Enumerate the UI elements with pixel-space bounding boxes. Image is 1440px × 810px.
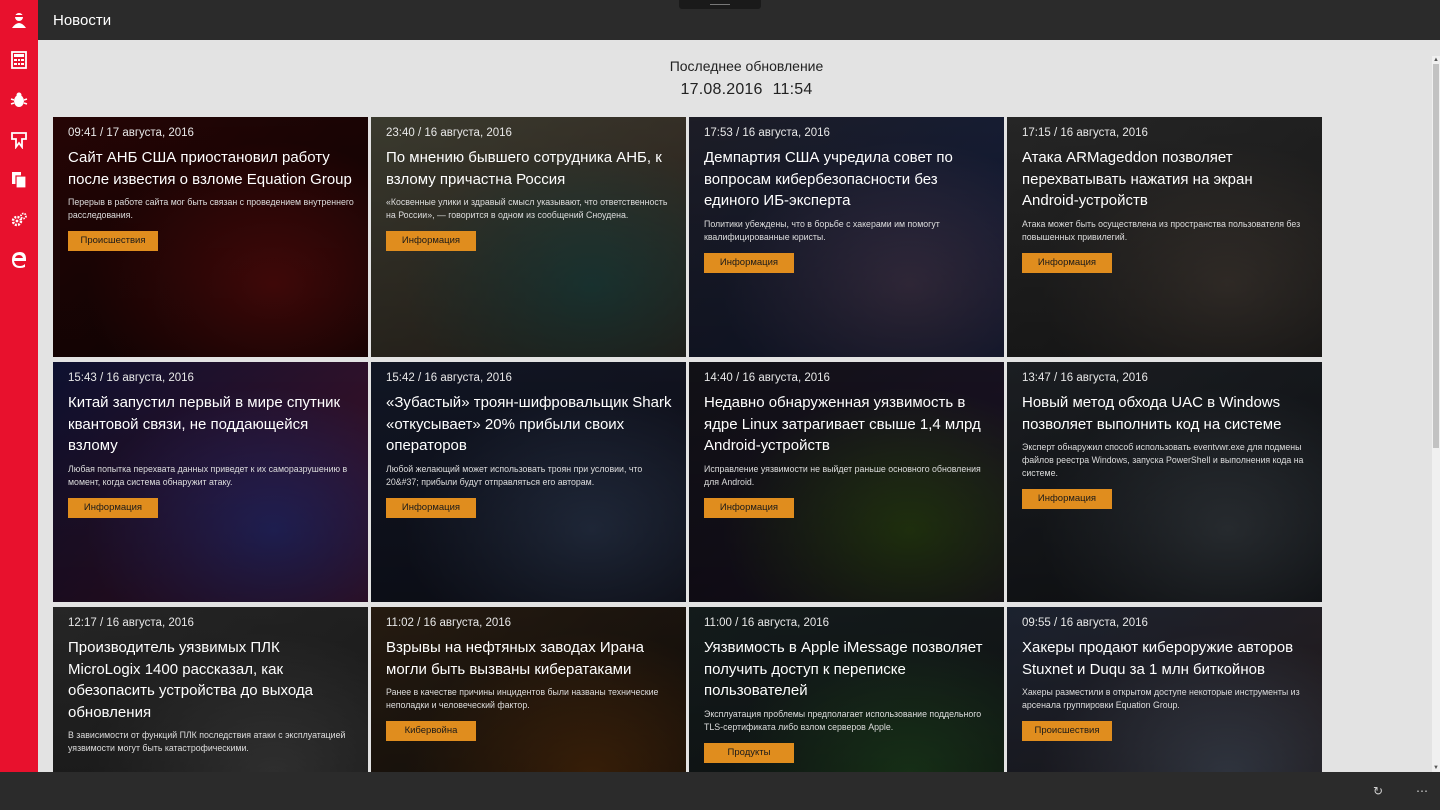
news-card-headline[interactable]: Взрывы на нефтяных заводах Ирана могли б… [386, 637, 672, 680]
documents-icon[interactable] [0, 160, 38, 200]
news-card-headline[interactable]: Недавно обнаруженная уязвимость в ядре L… [704, 392, 990, 457]
news-card-time: 09:55 / 16 августа, 2016 [1022, 617, 1148, 629]
last-update: Последнее обновление 17.08.2016 11:54 [38, 58, 1440, 99]
news-card-headline[interactable]: Уязвимость в Apple iMessage позволяет по… [704, 637, 990, 702]
news-card-headline[interactable]: Хакеры продают кибероружие авторов Stuxn… [1022, 637, 1308, 680]
news-card-time: 17:53 / 16 августа, 2016 [704, 127, 830, 139]
vertical-scrollbar[interactable]: ▲ ▼ [1432, 56, 1440, 772]
news-card[interactable]: 13:47 / 16 августа, 2016 Новый метод обхо… [1007, 362, 1322, 602]
scrollbar-thumb[interactable] [1433, 64, 1439, 448]
news-card-lead: Хакеры разместили в открытом доступе нек… [1022, 687, 1300, 710]
news-card-body: 23:40 / 16 августа, 2016 По мнению бывшег… [386, 127, 672, 251]
news-card-time: 11:02 / 16 августа, 2016 [386, 617, 512, 629]
news-card-time: 17:15 / 16 августа, 2016 [1022, 127, 1148, 139]
news-card-time: 15:42 / 16 августа, 2016 [386, 372, 512, 384]
bug-icon[interactable] [0, 80, 38, 120]
news-card-headline[interactable]: По мнению бывшего сотрудника АНБ, к взло… [386, 147, 672, 190]
news-card-time: 11:00 / 16 августа, 2016 [704, 617, 830, 629]
title-bar: Новости [38, 0, 1440, 40]
news-card-category-button[interactable]: Информация [68, 497, 158, 518]
news-card[interactable]: 15:42 / 16 августа, 2016 «Зубастый» троян… [371, 362, 686, 602]
network-icon[interactable] [0, 120, 38, 160]
news-card-body: 15:42 / 16 августа, 2016 «Зубастый» троян… [386, 372, 672, 518]
news-card-lead: Эксплуатация проблемы предполагает испол… [704, 708, 982, 732]
news-card-body: 14:40 / 16 августа, 2016 Недавно обнаруже… [704, 372, 990, 518]
edge-browser-icon[interactable] [0, 240, 38, 280]
refresh-icon[interactable]: ↻ [1368, 781, 1388, 801]
news-card-time: 12:17 / 16 августа, 2016 [68, 617, 194, 629]
last-update-label: Последнее обновление [669, 58, 824, 74]
news-feed: Последнее обновление 17.08.2016 11:54 09:… [38, 40, 1440, 772]
news-card-category-button[interactable]: Кибервойна [386, 721, 476, 741]
news-card-body: 12:17 / 16 августа, 2016 Производитель уя… [68, 617, 354, 755]
news-card[interactable]: 14:40 / 16 августа, 2016 Недавно обнаруже… [689, 362, 1004, 602]
news-card-time: 09:41 / 17 августа, 2016 [68, 127, 194, 139]
news-card[interactable]: 12:17 / 16 августа, 2016 Производитель уя… [53, 607, 368, 772]
scroll-up-icon[interactable]: ▲ [1432, 56, 1440, 64]
news-card[interactable]: 17:15 / 16 августа, 2016 Атака ARMageddon… [1007, 117, 1322, 357]
calculator-icon[interactable] [0, 40, 38, 80]
news-card[interactable]: 09:41 / 17 августа, 2016 Сайт АНБ США при… [53, 117, 368, 357]
news-card-headline[interactable]: «Зубастый» троян-шифровальщик Shark «отк… [386, 392, 672, 457]
scroll-down-icon[interactable]: ▼ [1432, 764, 1440, 772]
news-card-body: 09:41 / 17 августа, 2016 Сайт АНБ США при… [68, 127, 354, 251]
news-card-category-button[interactable]: Происшествия [68, 231, 158, 251]
news-card-headline[interactable]: Атака ARMageddon позволяет перехватывать… [1022, 147, 1308, 212]
news-card-lead: «Косвенные улики и здравый смысл указыва… [386, 197, 668, 220]
page-title: Новости [53, 12, 112, 29]
news-card-time: 23:40 / 16 августа, 2016 [386, 127, 512, 139]
news-card-body: 09:55 / 16 августа, 2016 Хакеры продают к… [1022, 617, 1308, 741]
news-card[interactable]: 23:40 / 16 августа, 2016 По мнению бывшег… [371, 117, 686, 357]
news-card-headline[interactable]: Демпартия США учредила совет по вопросам… [704, 147, 990, 212]
news-card[interactable]: 11:00 / 16 августа, 2016 Уязвимость в App… [689, 607, 1004, 772]
last-update-time: 11:54 [772, 81, 813, 98]
last-update-date: 17.08.2016 [680, 81, 763, 98]
news-card-lead: Политики убеждены, что в борьбе с хакера… [704, 218, 940, 242]
news-card-body: 11:02 / 16 августа, 2016 Взрывы на нефтян… [386, 617, 672, 741]
app-logo-icon[interactable] [0, 0, 38, 40]
news-card-body: 11:00 / 16 августа, 2016 Уязвимость в App… [704, 617, 990, 763]
news-card-category-button[interactable]: Продукты [704, 742, 794, 763]
settings-icon[interactable] [0, 200, 38, 240]
news-card[interactable]: 11:02 / 16 августа, 2016 Взрывы на нефтян… [371, 607, 686, 772]
news-card-time: 13:47 / 16 августа, 2016 [1022, 372, 1148, 384]
news-card[interactable]: 15:43 / 16 августа, 2016 Китай запустил п… [53, 362, 368, 602]
news-card-headline[interactable]: Китай запустил первый в мире спутник ква… [68, 392, 354, 457]
news-card-headline[interactable]: Сайт АНБ США приостановил работу после и… [68, 147, 354, 190]
sidebar [0, 0, 38, 772]
news-card-body: 17:15 / 16 августа, 2016 Атака ARMageddon… [1022, 127, 1308, 273]
news-card-body: 15:43 / 16 августа, 2016 Китай запустил п… [68, 372, 354, 518]
news-card-lead: Любая попытка перехвата данных приведет … [68, 463, 348, 487]
news-card-body: 17:53 / 16 августа, 2016 Демпартия США уч… [704, 127, 990, 273]
news-card-body: 13:47 / 16 августа, 2016 Новый метод обхо… [1022, 372, 1308, 509]
news-card[interactable]: 17:53 / 16 августа, 2016 Демпартия США уч… [689, 117, 1004, 357]
news-card-time: 15:43 / 16 августа, 2016 [68, 372, 194, 384]
news-card[interactable]: 09:55 / 16 августа, 2016 Хакеры продают к… [1007, 607, 1322, 772]
news-card-lead: Перерыв в работе сайта мог быть связан с… [68, 197, 354, 220]
news-card-headline[interactable]: Производитель уязвимых ПЛК MicroLogix 14… [68, 637, 354, 723]
news-card-lead: Любой желающий может использовать троян … [386, 463, 643, 487]
news-card-category-button[interactable]: Информация [704, 252, 794, 273]
news-card-lead: Эксперт обнаружил способ использовать ev… [1022, 442, 1304, 478]
news-card-lead: Ранее в качестве причины инцидентов были… [386, 687, 659, 710]
news-card-category-button[interactable]: Информация [1022, 489, 1112, 509]
news-card-category-button[interactable]: Информация [1022, 252, 1112, 273]
last-update-datetime: 17.08.2016 11:54 [38, 81, 1440, 99]
drag-handle[interactable] [679, 0, 761, 9]
more-icon[interactable]: ⋯ [1412, 781, 1432, 801]
news-card-lead: Исправление уязвимости не выйдет раньше … [704, 463, 981, 487]
news-card-time: 14:40 / 16 августа, 2016 [704, 372, 830, 384]
news-card-lead: В зависимости от функций ПЛК последствия… [68, 730, 346, 753]
news-card-category-button[interactable]: Происшествия [1022, 721, 1112, 741]
news-card-headline[interactable]: Новый метод обхода UAC в Windows позволя… [1022, 392, 1308, 435]
news-card-category-button[interactable]: Информация [386, 497, 476, 518]
news-card-category-button[interactable]: Информация [386, 231, 476, 251]
news-card-category-button[interactable]: Информация [704, 497, 794, 518]
app-window: Новости Последнее обновление 17.08.2016 1… [0, 0, 1440, 810]
news-card-lead: Атака может быть осуществлена из простра… [1022, 218, 1301, 242]
app-bar: ↻ ⋯ [0, 772, 1440, 810]
